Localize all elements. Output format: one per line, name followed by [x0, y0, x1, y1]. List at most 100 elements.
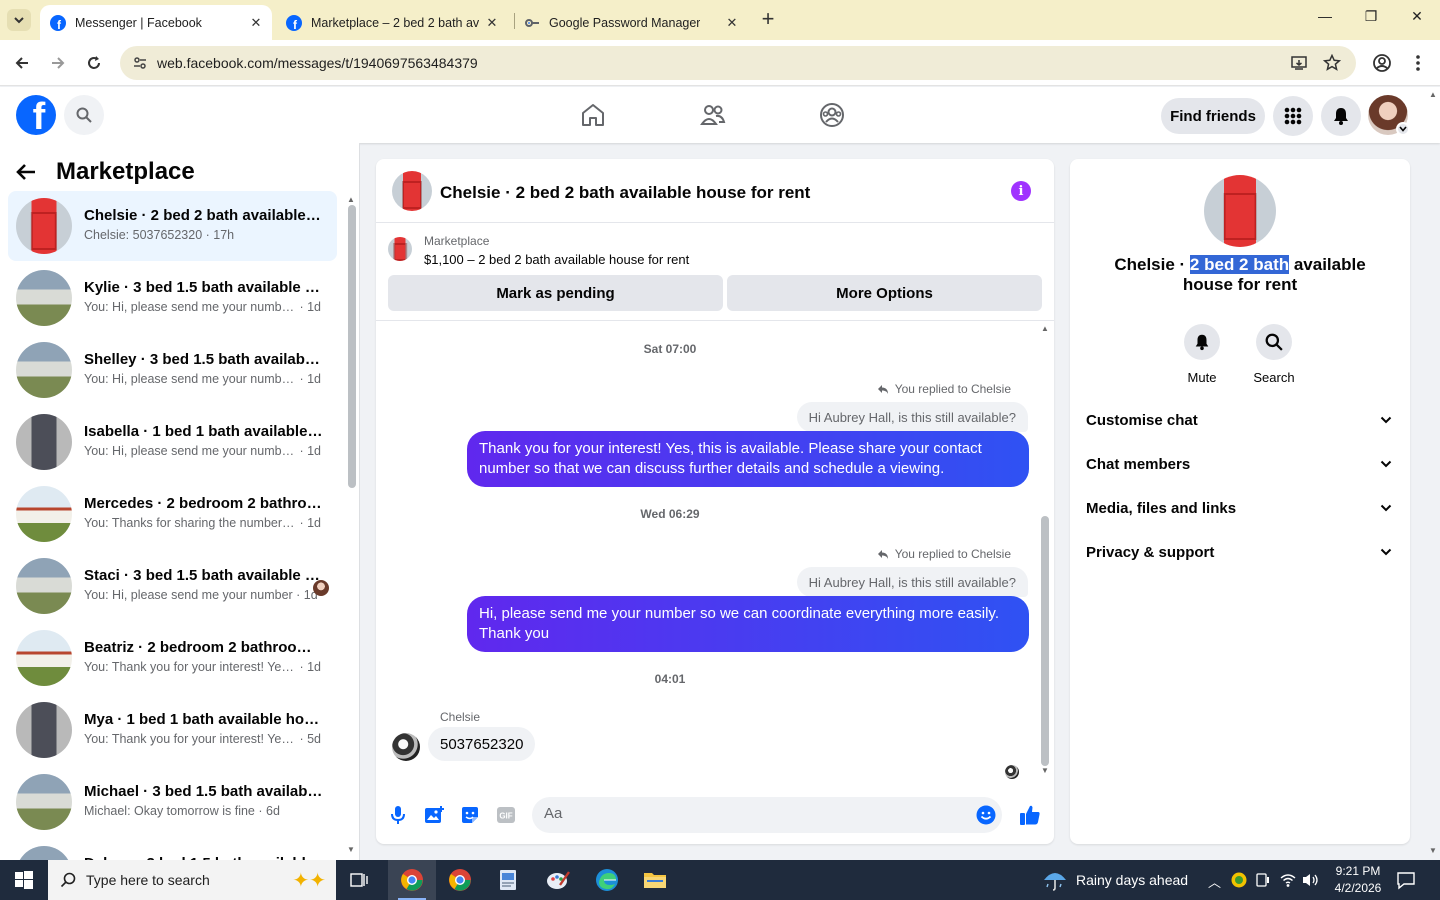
browser-menu-button[interactable] [1405, 50, 1431, 76]
chat-title[interactable]: Chelsie · 2 bed 2 bath available house f… [440, 183, 810, 203]
minimize-button[interactable]: — [1310, 8, 1340, 24]
chat-avatar[interactable] [392, 171, 432, 211]
gif-button[interactable]: GIF [495, 804, 517, 826]
nav-groups[interactable] [818, 101, 846, 129]
maximize-button[interactable]: ❐ [1356, 8, 1386, 25]
taskbar-search[interactable]: Type here to search ✦✦ [48, 860, 336, 900]
tab-password-manager[interactable]: Google Password Manager ✕ [514, 5, 748, 40]
meet-now-icon[interactable] [1256, 872, 1270, 888]
paint-app[interactable] [534, 860, 582, 900]
more-options-button[interactable]: More Options [727, 275, 1042, 311]
section-privacy-support[interactable]: Privacy & support [1086, 530, 1394, 574]
mute-action[interactable]: Mute [1172, 324, 1232, 385]
install-app-icon[interactable] [1290, 54, 1308, 72]
weather-widget[interactable]: Rainy days ahead [1042, 860, 1188, 900]
conversation-item[interactable]: Mya · 1 bed 1 bath available house for r… [8, 695, 337, 765]
scroll-up-arrow[interactable]: ▲ [1041, 324, 1049, 333]
outgoing-message[interactable]: Thank you for your interest! Yes, this i… [467, 431, 1029, 487]
incoming-message[interactable]: 5037652320 [428, 727, 536, 761]
section-chat-members[interactable]: Chat members [1086, 442, 1394, 486]
quoted-message[interactable]: Hi Aubrey Hall, is this still available? [796, 567, 1028, 597]
chrome-app[interactable] [436, 860, 484, 900]
network-icon[interactable] [1280, 872, 1296, 888]
page-scroll-down-arrow[interactable]: ▼ [1429, 846, 1437, 855]
edge-app[interactable] [583, 860, 631, 900]
site-settings-icon[interactable] [132, 55, 148, 71]
new-tab-button[interactable]: + [758, 8, 778, 30]
sender-avatar[interactable] [392, 733, 420, 761]
app-tray-icon[interactable] [1231, 872, 1247, 888]
sidebar-back-button[interactable] [16, 163, 46, 181]
account-menu-chevron[interactable] [1396, 122, 1410, 136]
voice-clip-button[interactable] [387, 804, 409, 826]
facebook-search-button[interactable] [64, 95, 104, 135]
start-button[interactable] [0, 860, 48, 900]
close-tab-icon[interactable]: ✕ [484, 15, 500, 31]
tab-marketplace[interactable]: f Marketplace – 2 bed 2 bath ava ✕ [276, 5, 508, 40]
file-explorer-app[interactable] [631, 860, 679, 900]
bookmark-star-icon[interactable] [1323, 54, 1341, 72]
attach-photo-button[interactable] [423, 804, 445, 826]
tray-expand-icon[interactable]: ︿ [1208, 872, 1221, 891]
listing-thumbnail[interactable] [388, 237, 412, 261]
find-friends-button[interactable]: Find friends [1161, 98, 1265, 134]
scrollbar-thumb[interactable] [1041, 516, 1049, 766]
chrome-app-active[interactable] [388, 860, 436, 900]
address-bar[interactable]: web.facebook.com/messages/t/194069756348… [120, 46, 1356, 80]
info-icon[interactable]: i [1011, 181, 1031, 201]
tab-search-button[interactable] [7, 9, 31, 31]
conversation-item[interactable]: Staci · 3 bed 1.5 bath available house f… [8, 551, 337, 621]
scroll-up-arrow[interactable]: ▲ [347, 195, 355, 204]
page-scroll-up-arrow[interactable]: ▲ [1429, 90, 1437, 99]
sidebar-scrollbar[interactable]: ▲ ▼ [347, 195, 356, 855]
tab-messenger[interactable]: f Messenger | Facebook ✕ [40, 5, 272, 40]
like-button[interactable] [1019, 804, 1041, 826]
message-input-box[interactable] [532, 797, 1002, 833]
nav-home[interactable] [579, 101, 607, 129]
document-app[interactable] [484, 860, 532, 900]
mark-as-pending-button[interactable]: Mark as pending [388, 275, 723, 311]
folder-icon [644, 873, 666, 888]
mute-button[interactable] [1184, 324, 1220, 360]
close-tab-icon[interactable]: ✕ [248, 15, 264, 31]
conversation-item[interactable]: Chelsie · 2 bed 2 bath available house f… [8, 191, 337, 261]
message-input[interactable] [544, 805, 964, 822]
conversation-item[interactable]: Michael · 3 bed 1.5 bath available house… [8, 767, 337, 837]
scroll-down-arrow[interactable]: ▼ [347, 845, 355, 854]
conversation-item[interactable]: Beatriz · 2 bedroom 2 bathroom house for… [8, 623, 337, 693]
back-button[interactable] [9, 50, 35, 76]
facebook-logo[interactable]: f [16, 95, 56, 135]
menu-button[interactable] [1273, 96, 1313, 136]
section-media-files-links[interactable]: Media, files and links [1086, 486, 1394, 530]
volume-icon[interactable] [1302, 872, 1320, 888]
notification-center-icon[interactable] [1396, 870, 1416, 890]
scroll-down-arrow[interactable]: ▼ [1041, 766, 1049, 775]
search-action[interactable]: Search [1244, 324, 1304, 385]
conversation-item[interactable]: Shelley · 3 bed 1.5 bath available house… [8, 335, 337, 405]
conversation-item[interactable]: Mercedes · 2 bedroom 2 bathroom house fo… [8, 479, 337, 549]
taskbar-clock[interactable]: 9:21 PM 4/2/2026 [1324, 863, 1392, 897]
scrollbar-thumb[interactable] [348, 205, 356, 488]
gif-label: GIF [499, 812, 512, 821]
close-tab-icon[interactable]: ✕ [724, 15, 740, 31]
section-customise-chat[interactable]: Customise chat [1086, 398, 1394, 442]
outgoing-message[interactable]: Hi, please send me your number so we can… [467, 596, 1029, 652]
search-icon [76, 107, 92, 123]
conversation-item[interactable]: Isabella · 1 bed 1 bath available house … [8, 407, 337, 477]
task-view-button[interactable] [336, 860, 384, 900]
nav-friends[interactable] [699, 101, 727, 129]
reload-button[interactable] [81, 50, 107, 76]
conversation-avatar[interactable] [1204, 175, 1276, 247]
conversation-item[interactable]: Kylie · 3 bed 1.5 bath available house f… [8, 263, 337, 333]
listing-price[interactable]: $1,100 – 2 bed 2 bath available house fo… [424, 252, 689, 267]
forward-button[interactable] [45, 50, 71, 76]
sticker-button[interactable] [459, 804, 481, 826]
close-window-button[interactable]: ✕ [1402, 8, 1432, 25]
quoted-message[interactable]: Hi Aubrey Hall, is this still available? [796, 402, 1028, 432]
chat-scrollbar[interactable]: ▲ ▼ [1040, 322, 1050, 782]
profile-button[interactable] [1369, 50, 1395, 76]
conversation-item[interactable]: Dalene · 3 bed 1.5 bath available house … [8, 839, 337, 860]
notifications-button[interactable] [1321, 96, 1361, 136]
search-in-conversation-button[interactable] [1256, 324, 1292, 360]
emoji-icon[interactable] [976, 805, 996, 825]
